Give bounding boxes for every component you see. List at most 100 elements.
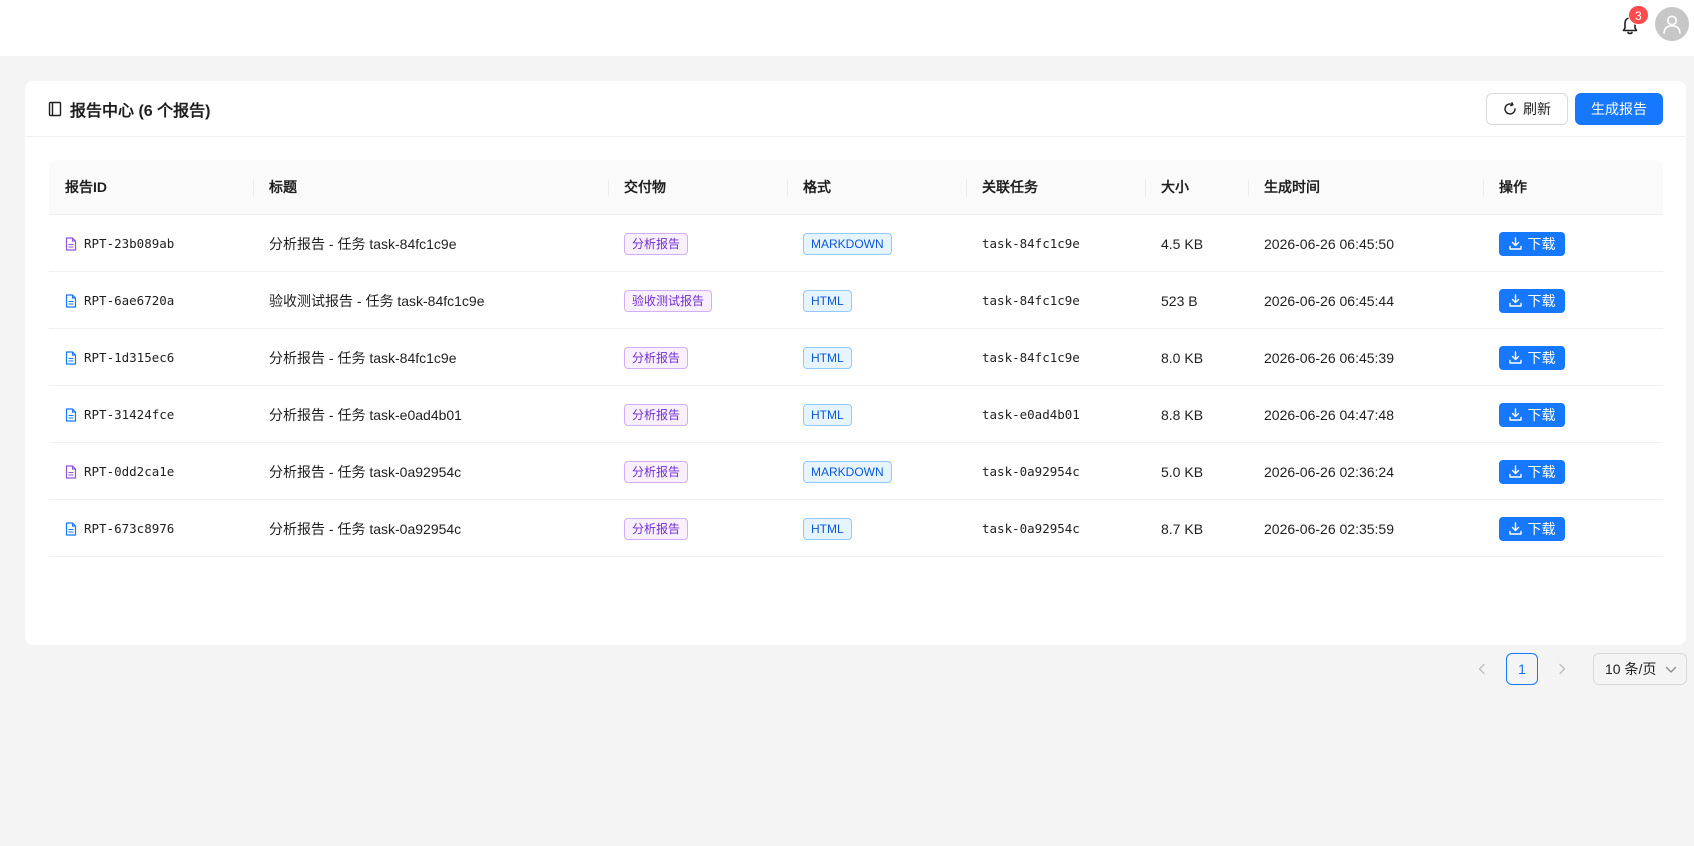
time-text: 2026-06-26 06:45:39 xyxy=(1264,349,1394,366)
report-id: RPT-0dd2ca1e xyxy=(84,464,175,479)
deliverable-tag: 分析报告 xyxy=(624,403,689,426)
top-header: 3 xyxy=(0,0,1694,56)
cell-task: task-84fc1c9e xyxy=(982,272,1080,329)
column-divider xyxy=(1145,179,1146,197)
cell-size: 8.7 KB xyxy=(1161,500,1203,557)
cell-deliverable: 分析报告 xyxy=(624,215,689,272)
cell-deliverable: 分析报告 xyxy=(624,443,689,500)
column-header-deliverable: 交付物 xyxy=(624,179,666,195)
time-text: 2026-06-26 02:36:24 xyxy=(1264,463,1394,480)
page-title-text: 报告中心 (6 个报告) xyxy=(70,103,211,120)
prev-page-button[interactable] xyxy=(1466,653,1498,685)
card-header: 报告中心 (6 个报告) 刷新 生成报告 xyxy=(25,81,1686,137)
cell-time: 2026-06-26 02:36:24 xyxy=(1264,443,1394,500)
size-text: 523 B xyxy=(1161,292,1198,309)
download-icon xyxy=(1508,237,1522,250)
download-button[interactable]: 下载 xyxy=(1499,231,1565,256)
cell-action: 下载 xyxy=(1499,329,1565,386)
download-label: 下载 xyxy=(1527,406,1556,423)
size-text: 5.0 KB xyxy=(1161,463,1204,480)
column-header-title: 标题 xyxy=(269,179,297,195)
cell-id: RPT-0dd2ca1e xyxy=(65,443,174,500)
cell-size: 8.8 KB xyxy=(1161,386,1203,443)
file-icon xyxy=(65,464,77,479)
cell-action: 下载 xyxy=(1499,215,1565,272)
cell-id: RPT-673c8976 xyxy=(65,500,174,557)
page-1-button[interactable]: 1 xyxy=(1506,653,1538,685)
page-size-value: 10 条/页 xyxy=(1605,661,1657,677)
report-center-card: 报告中心 (6 个报告) 刷新 生成报告 报告ID 标题 交付物 格式 关联任务… xyxy=(25,81,1687,685)
cell-format: HTML xyxy=(803,272,852,329)
size-text: 8.0 KB xyxy=(1161,349,1204,366)
task-id: task-84fc1c9e xyxy=(982,350,1080,365)
cell-title: 分析报告 - 任务 task-e0ad4b01 xyxy=(269,386,462,443)
refresh-icon xyxy=(1504,102,1516,115)
file-icon xyxy=(65,521,77,536)
report-id: RPT-31424fce xyxy=(84,407,175,422)
download-button[interactable]: 下载 xyxy=(1499,288,1565,313)
notification-badge: 3 xyxy=(1628,5,1649,25)
size-text: 8.7 KB xyxy=(1161,520,1204,537)
cell-title: 分析报告 - 任务 task-0a92954c xyxy=(269,500,461,557)
download-label: 下载 xyxy=(1527,520,1556,537)
cell-action: 下载 xyxy=(1499,500,1565,557)
download-button[interactable]: 下载 xyxy=(1499,345,1565,370)
download-button[interactable]: 下载 xyxy=(1499,402,1565,427)
cell-action: 下载 xyxy=(1499,443,1565,500)
cell-format: MARKDOWN xyxy=(803,215,892,272)
download-icon xyxy=(1508,522,1522,535)
cell-deliverable: 分析报告 xyxy=(624,329,689,386)
download-button[interactable]: 下载 xyxy=(1499,459,1565,484)
column-header-time: 生成时间 xyxy=(1264,179,1320,195)
cell-task: task-84fc1c9e xyxy=(982,215,1080,272)
cell-size: 8.0 KB xyxy=(1161,329,1203,386)
cell-title: 验收测试报告 - 任务 task-84fc1c9e xyxy=(269,272,485,329)
cell-id: RPT-6ae6720a xyxy=(65,272,174,329)
user-avatar[interactable] xyxy=(1655,7,1689,41)
refresh-button[interactable]: 刷新 xyxy=(1486,93,1568,125)
generate-report-button[interactable]: 生成报告 xyxy=(1575,93,1663,125)
download-button[interactable]: 下载 xyxy=(1499,516,1565,541)
file-icon xyxy=(65,350,77,365)
cell-deliverable: 分析报告 xyxy=(624,386,689,443)
cell-size: 5.0 KB xyxy=(1161,443,1203,500)
chevron-down-icon xyxy=(1665,666,1677,673)
column-divider xyxy=(253,179,254,197)
table-row: RPT-673c8976 分析报告 - 任务 task-0a92954c 分析报告 H… xyxy=(49,500,1663,557)
cell-id: RPT-31424fce xyxy=(65,386,174,443)
cell-size: 4.5 KB xyxy=(1161,215,1203,272)
table-body: RPT-23b089ab 分析报告 - 任务 task-84fc1c9e 分析报告 M… xyxy=(49,215,1663,557)
cell-title: 分析报告 - 任务 task-0a92954c xyxy=(269,443,461,500)
next-page-button[interactable] xyxy=(1546,653,1578,685)
cell-size: 523 B xyxy=(1161,272,1198,329)
time-text: 2026-06-26 02:35:59 xyxy=(1264,520,1394,537)
cell-format: HTML xyxy=(803,500,852,557)
size-text: 8.8 KB xyxy=(1161,406,1204,423)
time-text: 2026-06-26 06:45:50 xyxy=(1264,235,1394,252)
task-id: task-84fc1c9e xyxy=(982,236,1080,251)
size-text: 4.5 KB xyxy=(1161,235,1204,252)
report-id: RPT-673c8976 xyxy=(84,521,175,536)
cell-time: 2026-06-26 04:47:48 xyxy=(1264,386,1394,443)
download-icon xyxy=(1508,408,1522,421)
task-id: task-e0ad4b01 xyxy=(982,407,1080,422)
column-divider xyxy=(787,179,788,197)
download-label: 下载 xyxy=(1527,235,1556,252)
title-text: 分析报告 - 任务 task-0a92954c xyxy=(269,520,462,537)
column-header-task: 关联任务 xyxy=(982,179,1038,195)
cell-deliverable: 验收测试报告 xyxy=(624,272,713,329)
cell-format: HTML xyxy=(803,386,852,443)
download-label: 下载 xyxy=(1527,463,1556,480)
file-icon xyxy=(65,236,77,251)
title-text: 分析报告 - 任务 task-84fc1c9e xyxy=(269,235,457,252)
column-divider xyxy=(1248,179,1249,197)
deliverable-tag: 分析报告 xyxy=(624,517,689,540)
column-header-size: 大小 xyxy=(1161,179,1189,195)
report-id: RPT-1d315ec6 xyxy=(84,350,175,365)
report-table: 报告ID 标题 交付物 格式 关联任务 大小 生成时间 操作 RPT-23b08… xyxy=(49,160,1663,557)
cell-task: task-0a92954c xyxy=(982,500,1080,557)
deliverable-tag: 分析报告 xyxy=(624,460,689,483)
format-tag: MARKDOWN xyxy=(803,460,892,483)
download-icon xyxy=(1508,351,1522,364)
page-size-select[interactable]: 10 条/页 xyxy=(1593,653,1687,685)
